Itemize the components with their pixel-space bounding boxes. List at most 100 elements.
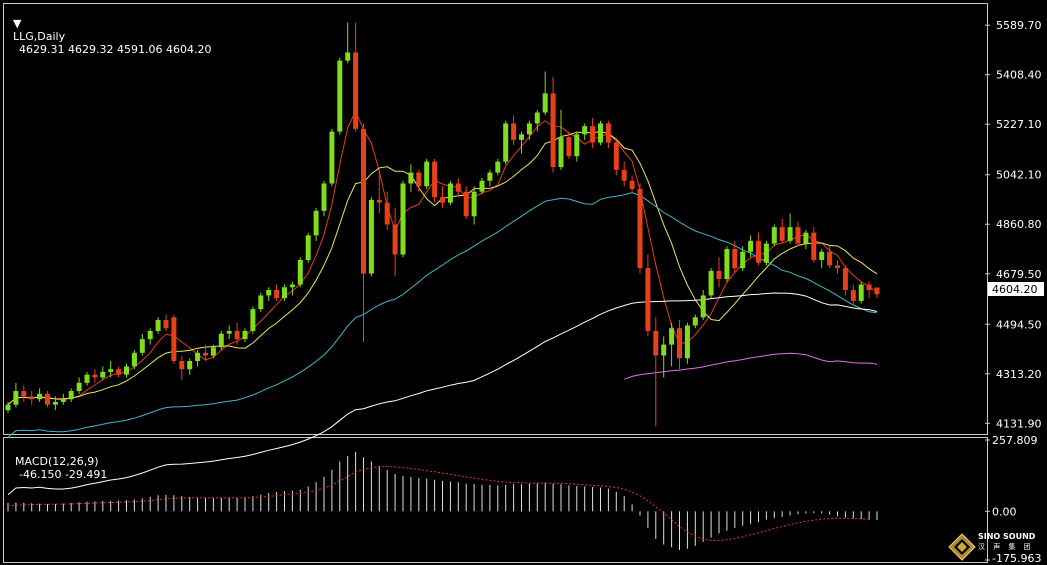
candle-body (210, 347, 216, 356)
macd-values: -46.150 -29.491 (19, 468, 108, 481)
candle-body (605, 123, 611, 143)
candle-body (692, 317, 698, 326)
candle-body (787, 227, 793, 241)
price-tick-label: 4494.50 (996, 318, 1042, 331)
candle-body (756, 240, 761, 263)
candle-body (748, 240, 754, 252)
candle-body (218, 333, 224, 348)
candle-body (724, 249, 730, 280)
candle-body (353, 52, 359, 129)
candle-body (305, 235, 311, 260)
candle-body (827, 251, 833, 266)
ma-long-line (7, 292, 878, 496)
candle-body (226, 330, 232, 334)
macd-tick-label: 0.00 (992, 505, 1017, 518)
candle-body (187, 361, 193, 370)
candle-body (716, 270, 722, 280)
dropdown-triangle-icon[interactable]: ▼ (13, 17, 21, 30)
candle-body (811, 232, 817, 260)
candle-body (598, 123, 603, 143)
candle-body (835, 265, 840, 269)
candle-body (92, 374, 98, 378)
price-tick-label: 4679.50 (996, 268, 1042, 281)
candle-body (242, 330, 248, 340)
candle-body (345, 52, 351, 61)
price-tick-label: 5589.70 (996, 19, 1042, 32)
price-tick-label: 4313.20 (996, 368, 1042, 381)
candle-body (771, 227, 777, 244)
candle-body (408, 172, 414, 184)
candle-body (163, 320, 169, 329)
ma-fast-line (7, 110, 878, 406)
candle-body (400, 183, 406, 255)
candle-body (108, 369, 114, 372)
candle-body (297, 259, 303, 285)
candle-body (661, 344, 667, 356)
candle-body (131, 352, 137, 367)
ohlc-values: 4629.31 4629.32 4591.06 4604.20 (19, 43, 212, 56)
macd-title: MACD(12,26,9) -46.150 -29.491 (8, 442, 107, 481)
chart-canvas[interactable]: 5589.70 5408.40 5227.10 5042.10 4860.80 4679.… (0, 0, 1047, 565)
candle-body (684, 325, 690, 359)
candle-body (147, 330, 153, 340)
candle-body (266, 290, 272, 296)
candle-body (13, 391, 19, 405)
candle-body (519, 134, 524, 140)
candle-body (455, 183, 461, 192)
candle-body (558, 137, 564, 168)
candle-body (368, 199, 374, 274)
candle-body (534, 112, 540, 124)
candle-body (574, 134, 580, 157)
candle-body (361, 128, 366, 274)
candle-body (329, 131, 335, 184)
candle-body (495, 161, 501, 173)
candle-body (440, 197, 445, 203)
candle-body (542, 93, 548, 113)
candle-body (250, 309, 256, 331)
candle-body (621, 169, 627, 181)
candlesticks (5, 22, 880, 427)
candle-body (432, 161, 438, 198)
candle-body (503, 123, 509, 162)
candle-body (677, 328, 682, 359)
candle-body (258, 295, 264, 310)
candle-body (45, 393, 50, 405)
candle-body (234, 330, 240, 340)
candle-body (289, 284, 295, 288)
candle-body (321, 183, 327, 211)
candle-body (858, 284, 864, 301)
sino-sound-emblem-icon (948, 533, 976, 561)
candle-body (566, 137, 572, 157)
candle-body (171, 317, 177, 361)
candle-body (613, 142, 619, 170)
candle-body (669, 328, 675, 345)
candle-body (392, 224, 398, 255)
candle-body (645, 268, 651, 331)
candle-body (21, 391, 27, 397)
candle-body (819, 251, 825, 260)
candle-body (337, 60, 343, 132)
price-tick-label: 4131.90 (996, 417, 1042, 430)
candle-body (779, 227, 785, 241)
candle-body (384, 202, 390, 225)
ma-slow-line (7, 192, 878, 438)
symbol-label: LLG,Daily (13, 30, 66, 43)
candle-body (5, 404, 11, 411)
price-tick-label: 5408.40 (996, 69, 1042, 82)
candle-body (629, 180, 635, 189)
candle-body (100, 371, 106, 378)
candle-body (479, 180, 485, 192)
candle-body (700, 295, 706, 318)
candle-body (313, 210, 319, 236)
candle-body (803, 232, 809, 244)
price-axis: 5589.70 5408.40 5227.10 5042.10 4860.80 4679.… (985, 19, 1042, 430)
candle-body (763, 243, 769, 263)
candle-body (124, 366, 129, 375)
candle-body (116, 369, 122, 375)
candle-body (874, 287, 880, 295)
candle-body (550, 93, 556, 168)
candle-body (590, 126, 596, 143)
candle-body (447, 183, 453, 203)
candle-body (282, 287, 287, 299)
candle-body (139, 339, 145, 353)
